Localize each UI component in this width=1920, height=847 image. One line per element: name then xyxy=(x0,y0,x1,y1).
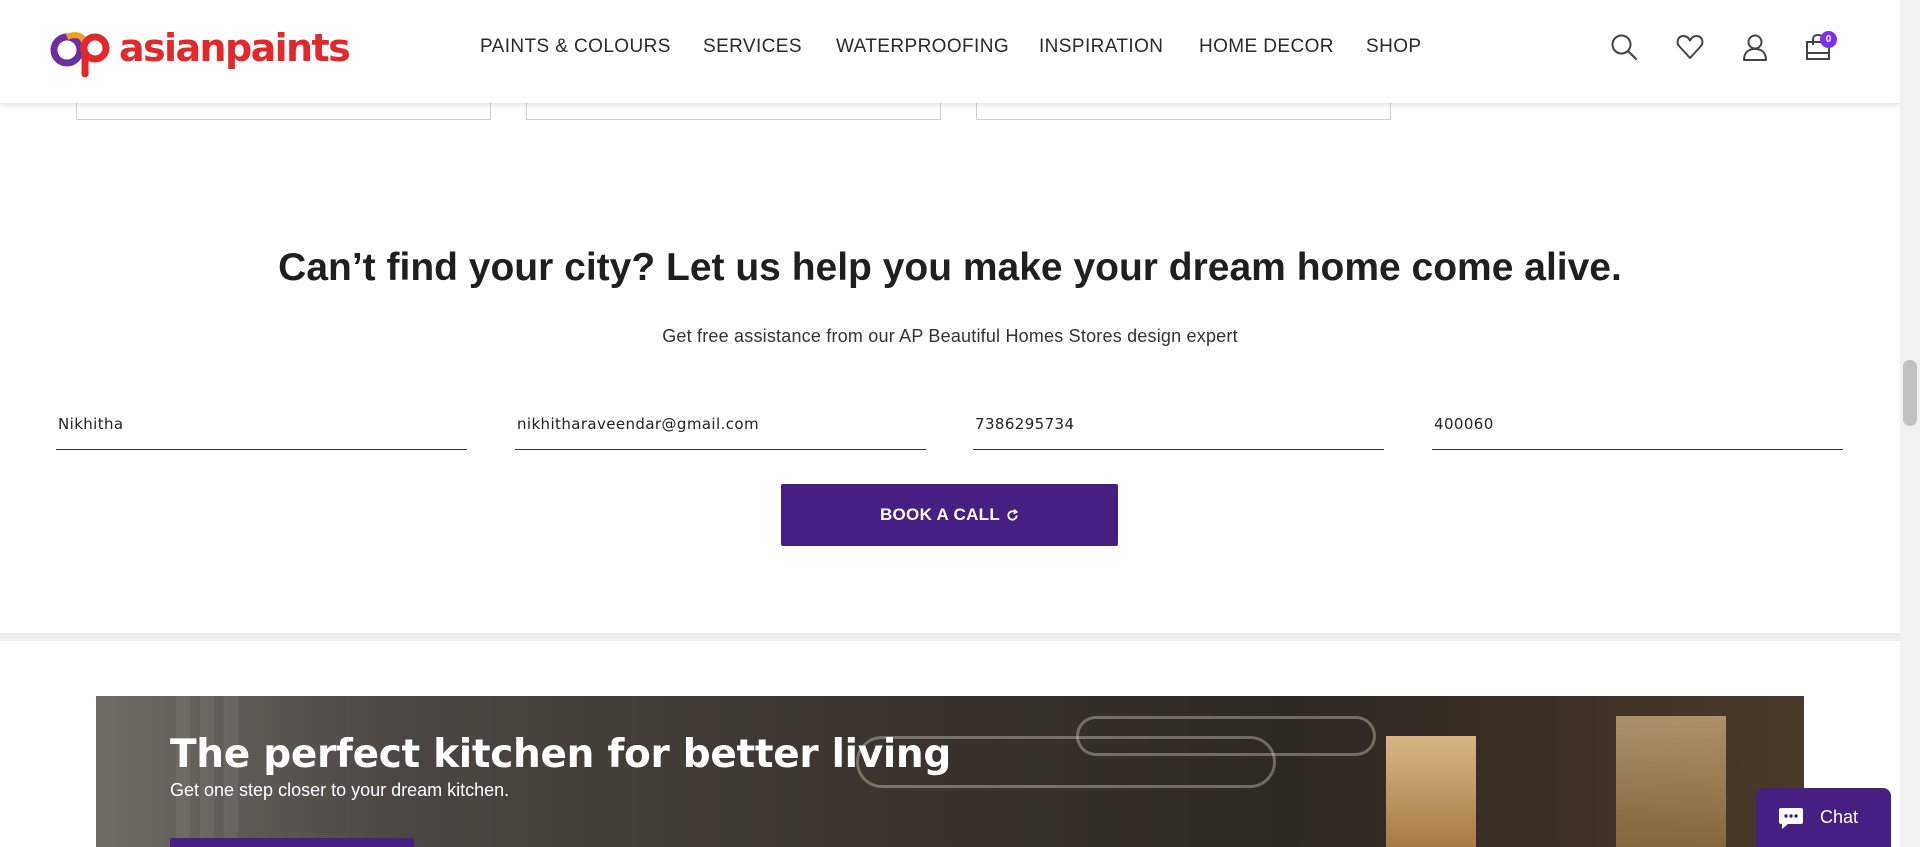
site-header: asianpaints PAINTS & COLOURS SERVICES WA… xyxy=(0,0,1900,103)
brand-name: asianpaints xyxy=(119,26,351,70)
chat-bubble-icon xyxy=(1779,807,1803,829)
store-card xyxy=(76,100,491,120)
chat-label: Chat xyxy=(1820,807,1859,827)
user-icon[interactable] xyxy=(1740,32,1770,62)
email-field-wrapper xyxy=(515,412,926,450)
pincode-field-wrapper xyxy=(1432,412,1843,450)
banner-decor xyxy=(1076,716,1376,756)
cart-count-badge: 0 xyxy=(1820,31,1837,48)
name-field[interactable] xyxy=(56,412,467,436)
banner-cta-button[interactable] xyxy=(170,838,414,847)
name-field-wrapper xyxy=(56,412,467,450)
phone-field-wrapper xyxy=(973,412,1384,450)
pincode-field[interactable] xyxy=(1432,412,1843,436)
nav-item-waterproofing[interactable]: WATERPROOFING xyxy=(836,36,1009,58)
lead-form-heading: Can’t find your city? Let us help you ma… xyxy=(278,246,1622,289)
store-card xyxy=(526,100,941,120)
nav-item-inspiration[interactable]: INSPIRATION xyxy=(1039,36,1163,58)
heart-icon[interactable] xyxy=(1675,32,1705,62)
nav-item-home-decor[interactable]: HOME DECOR xyxy=(1199,36,1334,58)
banner-decor xyxy=(1616,716,1726,847)
lead-form-subheading: Get free assistance from our AP Beautifu… xyxy=(662,326,1238,346)
banner-subtitle: Get one step closer to your dream kitche… xyxy=(170,780,510,800)
banner-title: The perfect kitchen for better living xyxy=(170,732,951,777)
scrollbar-thumb[interactable] xyxy=(1903,360,1917,426)
nav-item-paints-colours[interactable]: PAINTS & COLOURS xyxy=(480,36,671,58)
nav-item-shop[interactable]: SHOP xyxy=(1366,36,1421,58)
nav-item-services[interactable]: SERVICES xyxy=(703,36,802,58)
email-field[interactable] xyxy=(515,412,926,436)
kitchen-banner[interactable]: The perfect kitchen for better living Ge… xyxy=(96,696,1804,847)
refresh-icon xyxy=(1007,508,1019,521)
book-a-call-button[interactable]: BOOK A CALL xyxy=(781,484,1118,546)
store-card xyxy=(976,100,1391,120)
book-a-call-label: BOOK A CALL xyxy=(879,505,1001,524)
banner-decor xyxy=(1386,736,1476,847)
chat-widget-button[interactable]: Chat xyxy=(1756,788,1891,847)
page: asianpaints PAINTS & COLOURS SERVICES WA… xyxy=(0,0,1900,847)
brand-logo[interactable]: asianpaints xyxy=(49,24,351,78)
phone-field[interactable] xyxy=(973,412,1384,436)
logo-mark-icon xyxy=(50,32,110,78)
search-icon[interactable] xyxy=(1609,32,1639,62)
